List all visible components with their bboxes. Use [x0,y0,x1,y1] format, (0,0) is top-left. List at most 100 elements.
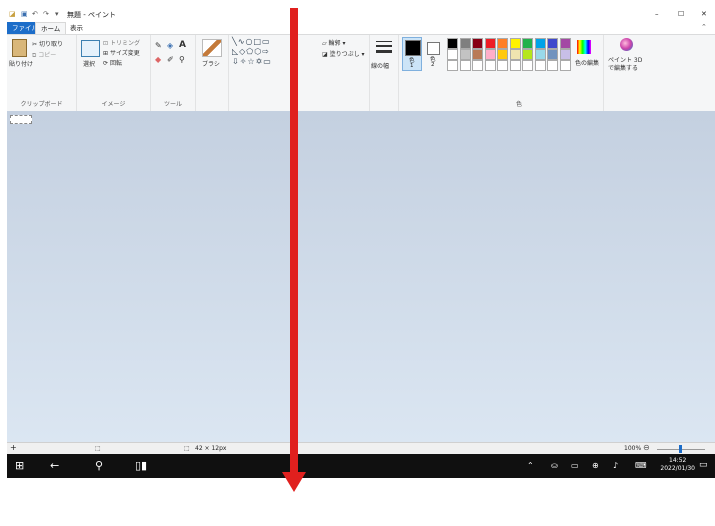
palette-swatch[interactable] [497,38,508,49]
zoom-level: 100% [624,445,642,452]
palette-swatch[interactable] [534,49,546,60]
palette-swatch[interactable] [559,60,571,71]
save-icon[interactable]: ▣ [21,10,28,18]
palette-swatch[interactable] [522,49,533,60]
palette-swatch[interactable] [497,60,508,71]
show-hidden-icons-icon[interactable]: ⌃ [527,461,534,470]
back-icon[interactable]: ← [50,459,59,472]
shapes-row-2-icon[interactable]: ◺◇⬠⬡⇨ [232,47,270,56]
ribbon: 貼り付け ✂ 切り取り ⧉ コピー クリップボード 選択 ⊡ トリミング ⊞ サ… [7,34,715,112]
palette-swatch[interactable] [447,60,458,71]
fill-icon[interactable]: ◈ [167,41,173,50]
color1-swatch [405,40,421,56]
palette-swatch[interactable] [497,49,508,60]
outline-button[interactable]: ▱ 輪郭 ▾ [322,38,345,47]
usb-icon[interactable]: ⛀ [551,461,558,470]
line-thin-icon[interactable] [376,41,392,42]
edit-colors-button[interactable]: 色の編集 [575,58,599,67]
palette-swatch[interactable] [484,38,496,49]
palette-swatch[interactable] [547,38,558,49]
line-thick-icon[interactable] [376,50,392,53]
search-icon[interactable]: ⚲ [95,459,103,472]
shapes-row-1-icon[interactable]: ╲∿○□▭ [232,37,271,46]
zoom-slider-thumb[interactable] [679,445,682,453]
undo-icon[interactable]: ↶ [32,10,38,18]
color1-button[interactable]: 色 1 [402,37,422,71]
colors-group-label: 色 [515,101,522,108]
palette-swatch[interactable] [522,38,533,49]
drawing-canvas[interactable] [10,115,32,124]
notification-icon[interactable]: ▭ [699,460,708,470]
taskbar: ⊞ ← ⚲ ▯▮ ⌃ ⛀ ▭ ⊕ ♪ ⌨ 14:52 2022/01/30 ▭ [7,454,715,478]
palette-swatch[interactable] [459,38,471,49]
palette-swatch[interactable] [534,38,546,49]
palette-swatch[interactable] [484,60,496,71]
fill-button[interactable]: ◪ 塗りつぶし ▾ [322,49,365,58]
palette-swatch[interactable] [472,49,483,60]
rotate-button[interactable]: ⟳ 回転 [103,58,122,67]
palette-swatch[interactable] [509,49,521,60]
canvas-area[interactable] [7,111,715,442]
color-picker-icon[interactable]: ✐ [167,55,174,64]
crop-button[interactable]: ⊡ トリミング [103,38,140,47]
window-title: 無題 - ペイント [67,11,116,19]
volume-icon[interactable]: ♪ [613,461,618,470]
paste-icon[interactable] [12,39,27,57]
cut-button[interactable]: ✂ 切り取り [32,39,63,48]
brush-icon[interactable] [202,39,222,57]
paint3d-group: ペイント 3D で編集する [603,35,650,111]
palette-swatch[interactable] [559,49,571,60]
clock[interactable]: 14:52 2022/01/30 [660,457,695,473]
tab-home[interactable]: ホーム [35,22,67,34]
select-icon[interactable] [81,40,100,57]
size-button[interactable]: 線の幅 [371,61,389,70]
eraser-icon[interactable]: ◆ [155,55,161,64]
palette-swatch[interactable] [534,60,546,71]
palette-swatch[interactable] [522,60,533,71]
line-mid-icon[interactable] [376,45,392,47]
magnifier-icon[interactable]: ⚲ [179,55,185,64]
palette-swatch[interactable] [459,60,471,71]
palette-swatch[interactable] [547,49,558,60]
palette-swatch[interactable] [509,38,521,49]
tab-view[interactable]: 表示 [65,22,88,34]
minimize-button[interactable]: – [655,10,659,18]
palette-swatch[interactable] [547,60,558,71]
redo-icon[interactable]: ↷ [43,10,49,18]
collapse-ribbon-icon[interactable]: ⌃ [701,23,707,31]
shapes-row-3-icon[interactable]: ⇩✧☆✡▭ [232,57,272,66]
selection-size-icon: ⬚ [95,445,101,452]
palette-swatch[interactable] [472,60,483,71]
network-icon[interactable]: ⊕ [592,461,599,470]
brush-group: ブラシ [196,35,229,111]
text-icon[interactable]: A [179,40,186,50]
battery-icon[interactable]: ▭ [571,461,579,470]
palette-swatch[interactable] [509,60,521,71]
maximize-button[interactable]: ☐ [678,10,684,18]
palette-swatch[interactable] [447,38,458,49]
rotate-label: 回転 [109,60,122,67]
palette-swatch[interactable] [447,49,458,60]
brush-button[interactable]: ブラシ [202,59,220,68]
start-icon[interactable]: ⊞ [15,459,24,472]
task-view-icon[interactable]: ▯▮ [135,459,147,472]
edit-colors-icon[interactable] [577,40,591,54]
quick-access-dropdown-icon[interactable]: ▾ [55,10,59,18]
paint3d-icon[interactable] [620,38,633,51]
palette-swatch[interactable] [559,38,571,49]
close-button[interactable]: ✕ [701,10,707,18]
clipboard-group-label: クリップボード [20,101,63,108]
palette-swatch[interactable] [459,49,471,60]
copy-label: コピー [38,52,57,59]
keyboard-icon[interactable]: ⌨ [635,461,647,470]
paste-button[interactable]: 貼り付け [9,59,33,68]
palette-swatch[interactable] [472,38,483,49]
paint3d-label-2[interactable]: で編集する [608,63,638,72]
select-button[interactable]: 選択 [83,59,95,68]
zoom-out-icon[interactable]: ⊖ [643,443,650,452]
color2-button[interactable]: 色 2 [424,37,442,69]
palette-swatch[interactable] [484,49,496,60]
pencil-icon[interactable]: ✎ [155,41,162,50]
resize-button[interactable]: ⊞ サイズ変更 [103,48,140,57]
copy-button[interactable]: ⧉ コピー [32,50,56,60]
